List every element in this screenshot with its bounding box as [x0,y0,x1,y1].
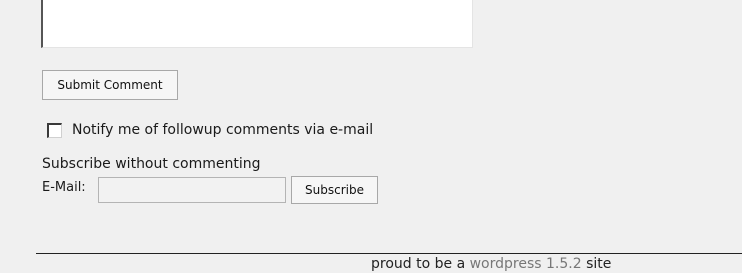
footer: proud to be a wordpress 1.5.2 site [371,256,611,273]
subscribe-button[interactable]: Subscribe [291,176,378,204]
notify-checkbox[interactable] [47,122,62,138]
subscribe-heading: Subscribe without commenting [42,156,261,172]
email-input[interactable] [98,177,286,203]
notify-option: Notify me of followup comments via e-mai… [47,121,373,139]
wordpress-link[interactable]: wordpress 1.5.2 [470,256,582,272]
submit-comment-button[interactable]: Submit Comment [42,70,178,100]
email-label: E-Mail: [42,180,86,195]
footer-divider [36,253,742,254]
comment-textarea[interactable] [41,0,473,48]
notify-label[interactable]: Notify me of followup comments via e-mai… [72,122,373,138]
footer-suffix: site [581,256,612,272]
footer-prefix: proud to be a [371,256,470,272]
